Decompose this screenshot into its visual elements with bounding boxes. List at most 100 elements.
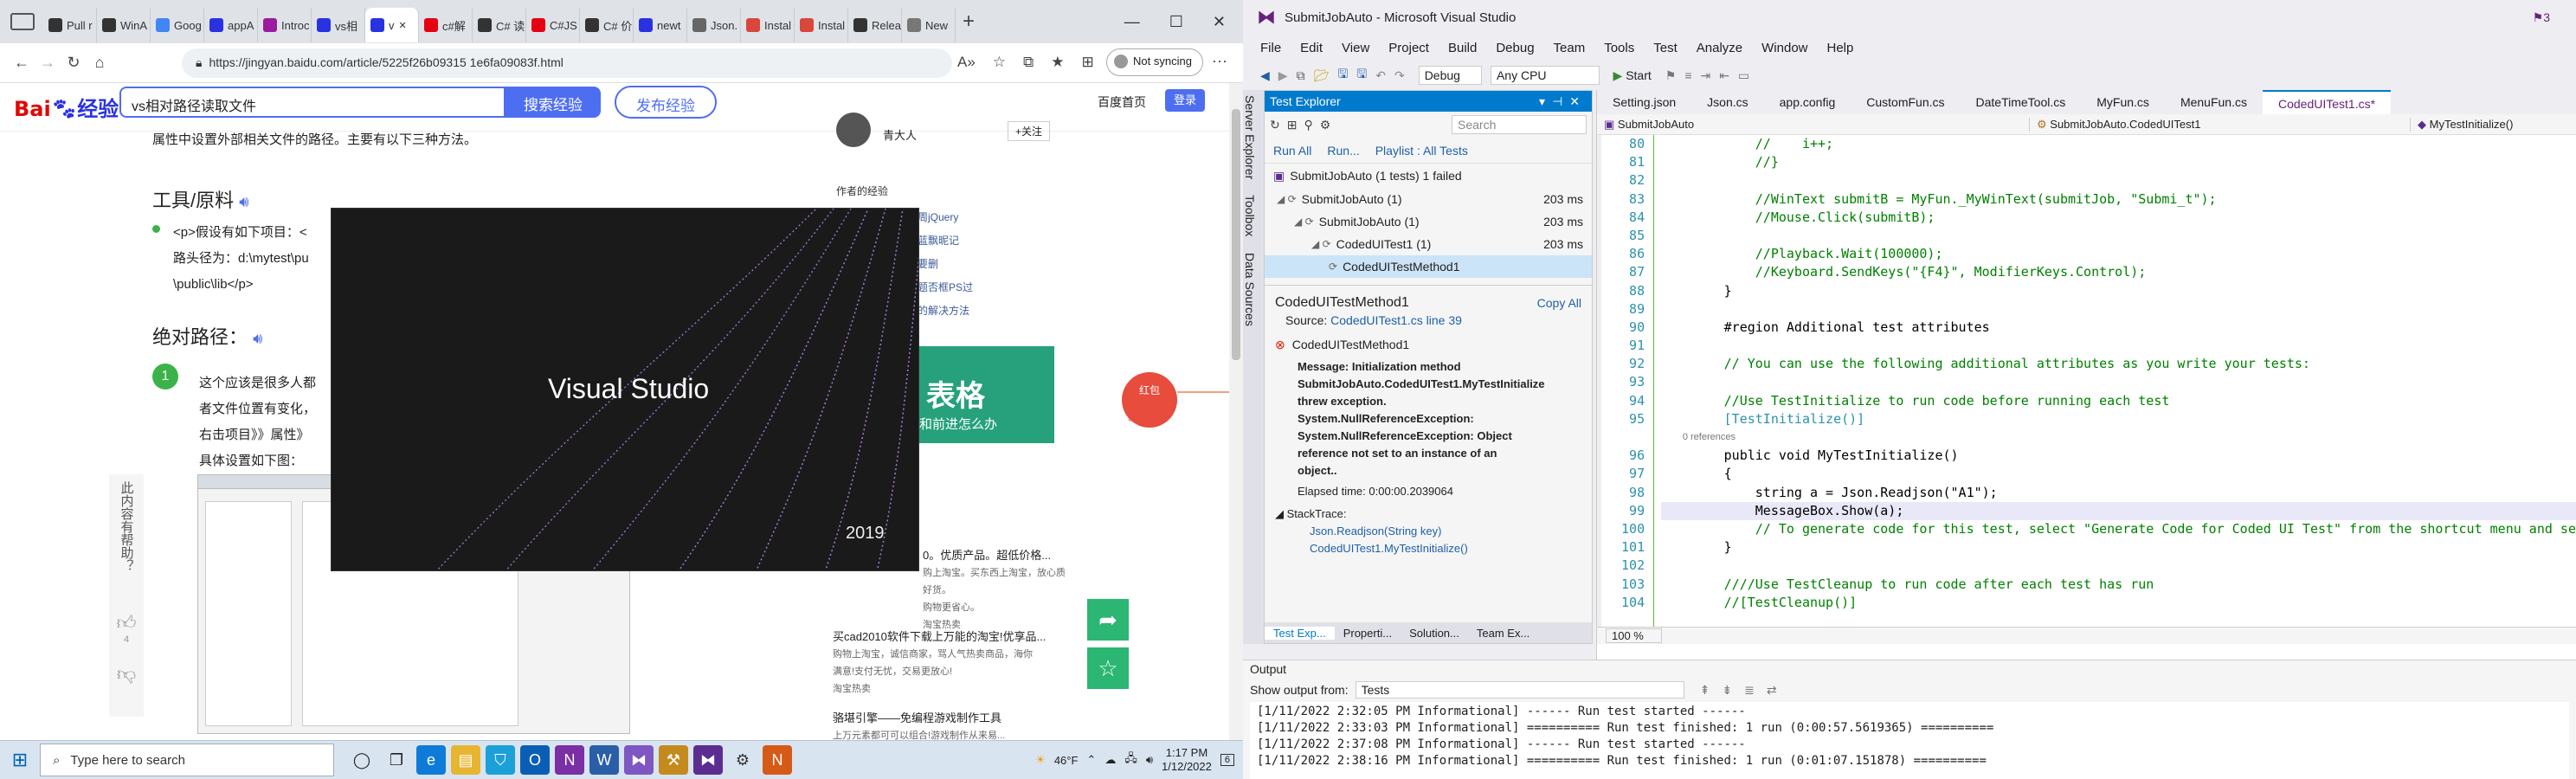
browser-tab[interactable]: C# 读 (473, 8, 526, 42)
promo-3[interactable]: 骆堪引擎——免编程游戏制作工具 上万元素都可可以组合!游戏制作从来易... (833, 710, 1066, 740)
weather-icon[interactable]: ☀ (1035, 753, 1046, 767)
code-line[interactable]: //Mouse.Click(submitB); (1661, 209, 2576, 227)
member-dropdown[interactable]: ◆ MyTestInitialize() (2411, 118, 2513, 132)
config-dropdown[interactable]: Debug (1418, 66, 1482, 85)
network-icon[interactable]: 🖧︎ (1124, 750, 1137, 769)
extensions-icon[interactable]: ⊞ (1081, 54, 1093, 71)
code-line[interactable]: //Use TestInitialize to run code before … (1661, 392, 2576, 410)
menu-item[interactable]: Tools (1604, 41, 1634, 55)
undo-icon[interactable]: ↶ (1375, 68, 1386, 83)
filter-icon[interactable]: ⚲ (1304, 118, 1312, 132)
collections-icon[interactable]: ⧉ (1023, 54, 1034, 71)
search-button[interactable]: 搜索经验 (506, 87, 601, 118)
promo-2[interactable]: 买cad2010软件下载上万能的淘宝!优享品... 购物上淘宝，诚信商家，骂人气… (833, 628, 1066, 698)
save-all-icon[interactable]: 🖫︎ (1356, 65, 1367, 86)
document-tab[interactable]: CodedUITest1.cs* (2262, 90, 2392, 114)
menu-item[interactable]: Project (1388, 41, 1429, 55)
refresh-tests-icon[interactable]: ↻ (1270, 118, 1280, 132)
clock[interactable]: 1:17 PM 1/12/2022 (1162, 746, 1212, 774)
browser-tab[interactable]: Goog (151, 8, 204, 42)
settings-icon[interactable]: ⚙ (728, 745, 757, 775)
document-tab[interactable]: Setting.json (1597, 90, 1691, 114)
new-tab-button[interactable]: + (963, 10, 975, 34)
class-dropdown[interactable]: ⚙ SubmitJobAuto.CodedUITest1 (2030, 117, 2411, 132)
file-explorer-icon[interactable]: ▤ (451, 745, 480, 775)
panel-tab[interactable]: Test Exp... (1265, 626, 1335, 640)
side-tab[interactable]: Data Sources (1243, 253, 1257, 326)
browser-tab[interactable]: Introc (258, 8, 312, 42)
code-line[interactable]: [TestInitialize()] (1661, 410, 2576, 428)
temperature[interactable]: 46°F (1054, 754, 1079, 767)
task-view-icon[interactable]: ❐ (382, 745, 411, 775)
page-scrollbar[interactable] (1229, 83, 1243, 740)
favorites-icon[interactable]: ★ (1051, 54, 1064, 71)
sync-button[interactable]: Not syncing (1106, 48, 1203, 76)
code-line[interactable]: //[TestCleanup()] (1661, 594, 2576, 612)
document-tab[interactable]: DateTimeTool.cs (1961, 90, 2082, 114)
code-line[interactable]: public void MyTestInitialize() (1661, 447, 2576, 465)
code-line[interactable]: // To generate code for this test, selec… (1661, 520, 2576, 538)
author-work-link[interactable]: 要删 (918, 253, 973, 276)
test-search-input[interactable]: Search (1452, 115, 1587, 134)
code-line[interactable]: #region Additional test attributes (1661, 319, 2576, 337)
favorite-icon[interactable]: ☆ (1087, 647, 1129, 689)
project-dropdown[interactable]: ▣ SubmitJobAuto (1597, 117, 2030, 132)
panel-tab[interactable]: Solution... (1401, 627, 1468, 640)
test-tree-node[interactable]: ◢ ⟳ CodedUITest1 (1) 203 ms (1265, 233, 1592, 255)
browser-tab[interactable]: New (902, 8, 956, 42)
code-line[interactable]: // You can use the following additional … (1661, 355, 2576, 373)
refresh-icon[interactable]: ↻ (61, 54, 87, 72)
code-line[interactable]: MessageBox.Show(a); (1661, 501, 2576, 520)
platform-dropdown[interactable]: Any CPU (1490, 66, 1600, 85)
onenote-2-icon[interactable]: N (763, 745, 792, 775)
run-all-link[interactable]: Run All (1273, 144, 1311, 158)
code-line[interactable]: // i++; (1661, 135, 2576, 153)
search-input[interactable]: vs相对路径读取文件 (119, 87, 506, 118)
edge-icon[interactable]: e (416, 745, 446, 775)
code-area[interactable]: // i++; //} //WinText submitB = MyFun._M… (1661, 135, 2576, 612)
run-dropdown[interactable]: Run... (1327, 144, 1359, 158)
redpacket-task[interactable]: 领取任务 (1127, 410, 1165, 424)
code-line[interactable] (1661, 171, 2576, 190)
taskbar-search[interactable]: ⌕ Type here to search (40, 744, 334, 776)
tray-chevron-icon[interactable]: ⌃ (1086, 753, 1096, 767)
minimize-icon[interactable]: — (1124, 13, 1140, 31)
store-icon[interactable]: ⛉ (486, 745, 515, 775)
maximize-icon[interactable]: ☐ (1169, 13, 1183, 31)
playlist-dropdown[interactable]: Playlist : All Tests (1375, 144, 1468, 158)
panel-tab[interactable]: Properti... (1335, 627, 1401, 640)
code-line[interactable] (1661, 557, 2576, 575)
browser-tab[interactable]: appA (204, 8, 258, 42)
audio-icon[interactable]: 🔊︎ (239, 193, 248, 210)
home-link[interactable]: 百度首页 (1098, 93, 1146, 111)
back-icon[interactable]: ← (9, 54, 35, 72)
save-icon[interactable]: 🖫︎ (1337, 65, 1348, 86)
code-line[interactable]: //Keyboard.SendKeys("{F4}", ModifierKeys… (1661, 263, 2576, 281)
document-tab[interactable]: app.config (1764, 90, 1852, 114)
ad-banner[interactable]: 表格 和前进怎么办 (916, 346, 1054, 443)
forward-nav-icon[interactable]: ▶ (1278, 68, 1288, 83)
code-line[interactable] (1661, 373, 2576, 391)
redo-icon[interactable]: ↷ (1394, 68, 1405, 83)
zoom-dropdown[interactable]: 100 % (1606, 628, 1662, 643)
share-icon[interactable]: ➦ (1087, 599, 1129, 641)
collapse-icon[interactable]: ◢ (1275, 507, 1284, 520)
code-line[interactable]: 0 references (1661, 428, 2576, 447)
browser-tab[interactable]: C#JS (526, 8, 580, 42)
browser-tab[interactable]: c#解 (419, 8, 473, 42)
favorite-star-icon[interactable]: ☆ (993, 54, 1006, 71)
menu-item[interactable]: File (1260, 41, 1281, 55)
author-work-link[interactable]: 蓝飘昵记 (918, 229, 973, 253)
menu-item[interactable]: View (1342, 41, 1369, 55)
visual-studio-2-icon[interactable]: ⧓ (693, 745, 723, 775)
outlook-icon[interactable]: O (520, 745, 550, 775)
browser-tab[interactable]: Json. (687, 8, 741, 42)
menu-item[interactable]: Window (1761, 41, 1807, 55)
browser-tab[interactable]: vs相 (312, 8, 365, 42)
copy-all-link[interactable]: Copy All (1537, 294, 1581, 312)
publish-button[interactable]: 发布经验 (615, 86, 717, 119)
menu-item[interactable]: Test (1653, 41, 1678, 55)
document-tab[interactable]: MenuFun.cs (2165, 90, 2263, 114)
avatar[interactable] (836, 113, 871, 147)
browser-tab[interactable]: Instal (795, 8, 848, 42)
